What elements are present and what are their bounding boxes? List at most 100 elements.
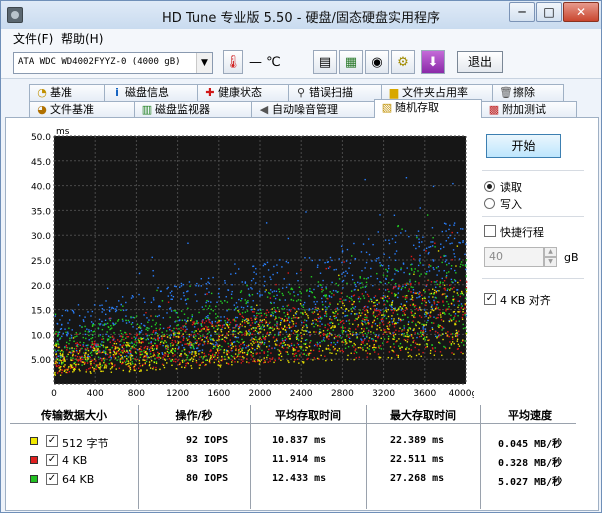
scatter-point [135, 315, 138, 317]
scatter-point [400, 334, 403, 336]
scatter-point [237, 355, 239, 357]
scatter-point [360, 251, 363, 253]
scatter-point [188, 343, 190, 345]
scatter-point [382, 314, 384, 316]
quick-stroke-checkbox[interactable] [484, 225, 496, 237]
camera-icon[interactable]: ◉ [365, 50, 389, 74]
scatter-point [403, 325, 405, 327]
x-tick-label: 800 [128, 389, 145, 399]
scatter-point [145, 328, 147, 331]
chevron-down-icon[interactable]: ▼ [196, 53, 212, 73]
write-radio[interactable] [484, 198, 495, 209]
scatter-point [87, 353, 89, 356]
size-input[interactable]: 40 [484, 247, 544, 267]
scatter-point [430, 281, 433, 283]
tab-benchmark[interactable]: ◔ 基准 [29, 84, 105, 101]
title-bar[interactable]: HD Tune 专业版 5.50 - 硬盘/固态硬盘实用程序 ─ □ ✕ [1, 1, 601, 29]
scatter-point [319, 328, 321, 331]
scatter-point [253, 271, 255, 273]
align-4kb-checkbox[interactable]: ✓ [484, 293, 496, 305]
tab-disk-monitor[interactable]: ▥ 磁盘监视器 [134, 101, 252, 118]
start-button[interactable]: 开始 [486, 134, 561, 158]
scatter-point [104, 366, 106, 368]
minimize-button[interactable]: ─ [509, 2, 535, 22]
scatter-point [241, 349, 243, 352]
tab-noise-management[interactable]: ◀ 自动噪音管理 [251, 101, 375, 118]
scatter-point [148, 319, 150, 321]
scatter-point [355, 351, 358, 354]
maximize-button[interactable]: □ [536, 2, 562, 22]
scatter-point [321, 317, 323, 319]
scatter-point [235, 302, 238, 304]
menu-help[interactable]: 帮助(H) [61, 30, 103, 47]
scatter-point [302, 349, 305, 351]
scatter-point [337, 284, 340, 287]
scatter-point [373, 346, 375, 349]
copy-icon[interactable]: ▤ [313, 50, 337, 74]
scatter-point [388, 242, 391, 245]
scatter-point [69, 339, 71, 342]
scatter-point [225, 322, 227, 324]
scatter-point [273, 290, 276, 292]
scatter-point [278, 328, 280, 330]
scatter-point [191, 331, 193, 333]
scatter-point [90, 329, 92, 332]
divider [482, 278, 584, 279]
scatter-point [77, 304, 80, 306]
scatter-point [395, 309, 398, 312]
scatter-point [230, 273, 232, 275]
scatter-point [218, 364, 220, 367]
scatter-point [166, 362, 168, 364]
row-max: 22.511 ms [390, 454, 445, 465]
tab-extra-tests[interactable]: ▩ 附加测试 [481, 101, 577, 118]
scatter-point [61, 335, 63, 338]
spin-down-icon[interactable]: ▼ [544, 257, 557, 267]
row-checkbox-64kb[interactable]: ✓ [46, 473, 58, 485]
exit-button[interactable]: 退出 [457, 51, 503, 73]
scatter-point [91, 366, 94, 369]
scatter-point [412, 320, 414, 322]
scatter-point [337, 303, 339, 305]
scatter-point [410, 311, 412, 313]
scatter-point [295, 352, 297, 355]
scatter-point [109, 336, 112, 339]
scatter-point [349, 330, 351, 333]
tab-disk-info[interactable]: i 磁盘信息 [104, 84, 198, 101]
thermometer-icon[interactable]: 🌡 [223, 50, 243, 74]
tab-error-scan[interactable]: ⚲ 错误扫描 [288, 84, 382, 101]
scatter-point [187, 298, 189, 300]
scatter-point [301, 329, 303, 331]
tab-random-access[interactable]: ▧ 随机存取 [374, 99, 482, 118]
tab-file-benchmark[interactable]: ◕ 文件基准 [29, 101, 135, 118]
scatter-point [84, 325, 86, 328]
scatter-point [70, 366, 73, 368]
download-icon[interactable]: ⬇ [421, 50, 445, 74]
scatter-point [296, 310, 298, 313]
scatter-point [128, 362, 130, 364]
scatter-point [284, 343, 287, 346]
spin-up-icon[interactable]: ▲ [544, 247, 557, 257]
row-checkbox-4kb[interactable]: ✓ [46, 454, 58, 466]
drive-select[interactable]: ATA WDC WD4002FYYZ-0 (4000 gB) ▼ [13, 52, 213, 74]
scatter-point [173, 360, 175, 363]
tab-health[interactable]: ✚ 健康状态 [197, 84, 289, 101]
tab-erase[interactable]: 🗑 擦除 [492, 84, 564, 101]
close-button[interactable]: ✕ [563, 2, 599, 22]
scatter-point [435, 290, 438, 293]
scatter-point [75, 358, 78, 360]
scatter-point [248, 329, 250, 331]
scatter-point [372, 305, 375, 307]
row-checkbox-512b[interactable]: ✓ [46, 435, 58, 447]
scatter-point [421, 294, 423, 296]
menu-file[interactable]: 文件(F) [13, 30, 53, 47]
scatter-point [449, 318, 452, 320]
scatter-point [386, 275, 388, 277]
gear-icon[interactable]: ⚙ [391, 50, 415, 74]
read-radio[interactable] [484, 181, 495, 192]
scatter-point [316, 266, 319, 268]
scatter-point [161, 335, 163, 337]
scatter-point [139, 332, 141, 334]
scatter-point [192, 360, 194, 362]
scatter-point [114, 357, 117, 359]
paste-icon[interactable]: ▦ [339, 50, 363, 74]
